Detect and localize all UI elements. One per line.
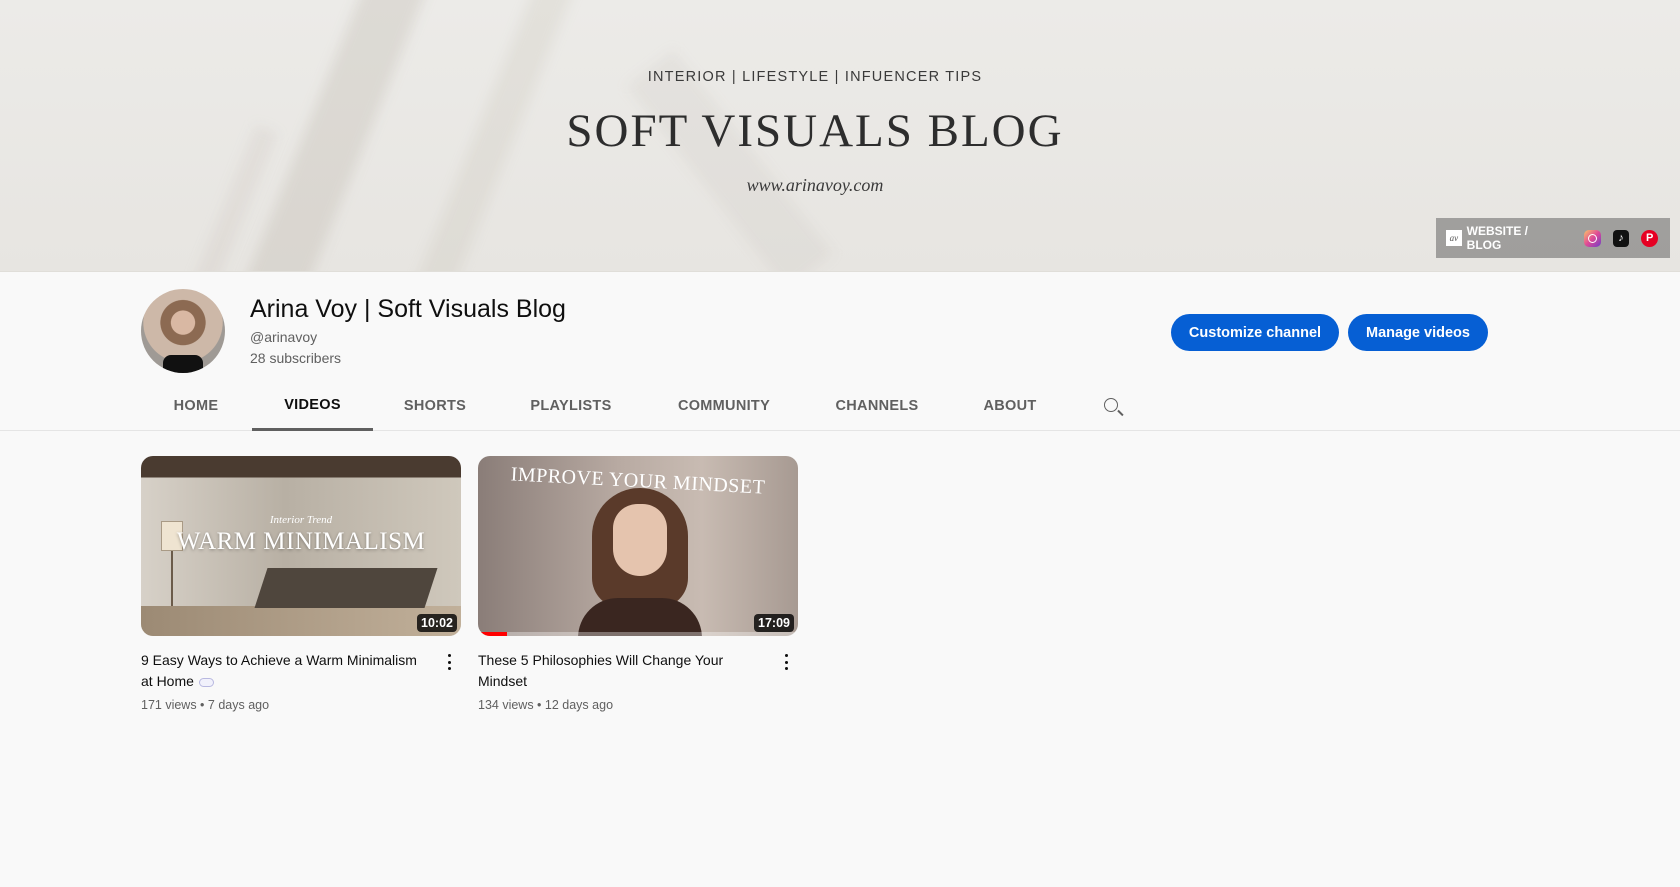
banner-tagline: INTERIOR | LIFESTYLE | INFUENCER TIPS (647, 69, 983, 85)
duration-badge: 17:09 (754, 614, 794, 632)
tab-about[interactable]: ABOUT (978, 382, 1042, 430)
more-actions-icon[interactable] (778, 652, 794, 672)
channel-avatar[interactable] (141, 289, 225, 373)
watch-progress-fill (478, 632, 507, 636)
tab-home[interactable]: HOME (160, 382, 232, 430)
tab-videos[interactable]: VIDEOS (252, 382, 373, 431)
thumbnail-title: WARM MINIMALISM (176, 528, 426, 555)
video-card[interactable]: Interior Trend WARM MINIMALISM 10:02 9 E… (141, 456, 461, 712)
channel-tabs: HOME VIDEOS SHORTS PLAYLISTS COMMUNITY C… (0, 382, 1680, 431)
video-thumbnail[interactable]: Interior Trend WARM MINIMALISM 10:02 (141, 456, 461, 636)
tiktok-icon[interactable]: ♪ (1612, 229, 1630, 247)
tab-playlists[interactable]: PLAYLISTS (523, 382, 619, 430)
manage-videos-button[interactable]: Manage videos (1348, 314, 1488, 351)
video-meta: 134 views • 12 days ago (478, 698, 614, 712)
video-thumbnail[interactable]: IMPROVE YOUR MINDSET 17:09 (478, 456, 798, 636)
banner-title: SOFT VISUALS BLOG (566, 105, 1064, 157)
channel-banner: INTERIOR | LIFESTYLE | INFUENCER TIPS SO… (0, 0, 1680, 272)
video-card[interactable]: IMPROVE YOUR MINDSET 17:09 These 5 Philo… (478, 456, 798, 712)
tab-community[interactable]: COMMUNITY (668, 382, 780, 430)
website-link[interactable]: WEBSITE / BLOG (1467, 224, 1564, 252)
watch-progress-bar (478, 632, 798, 636)
video-title[interactable]: 9 Easy Ways to Achieve a Warm Minimalism… (141, 650, 431, 692)
customize-channel-button[interactable]: Customize channel (1171, 314, 1339, 351)
more-actions-icon[interactable] (441, 652, 457, 672)
instagram-icon[interactable] (1584, 229, 1601, 247)
search-icon[interactable] (1102, 396, 1126, 420)
pinterest-icon[interactable]: P (1641, 229, 1658, 247)
tab-shorts[interactable]: SHORTS (398, 382, 472, 430)
channel-handle: @arinavoy (250, 329, 318, 345)
video-title[interactable]: These 5 Philosophies Will Change Your Mi… (478, 650, 768, 692)
banner-links: av WEBSITE / BLOG ♪ P (1436, 218, 1670, 258)
thumbnail-subtitle: Interior Trend (269, 514, 333, 526)
channel-name: Arina Voy | Soft Visuals Blog (250, 295, 566, 323)
subscriber-count: 28 subscribers (250, 350, 342, 366)
cloud-emoji-icon (198, 677, 214, 687)
video-meta: 171 views • 7 days ago (141, 698, 270, 712)
duration-badge: 10:02 (417, 614, 457, 632)
tab-channels[interactable]: CHANNELS (830, 382, 924, 430)
website-logo-icon[interactable]: av (1446, 230, 1462, 246)
banner-url: www.arinavoy.com (746, 175, 884, 195)
